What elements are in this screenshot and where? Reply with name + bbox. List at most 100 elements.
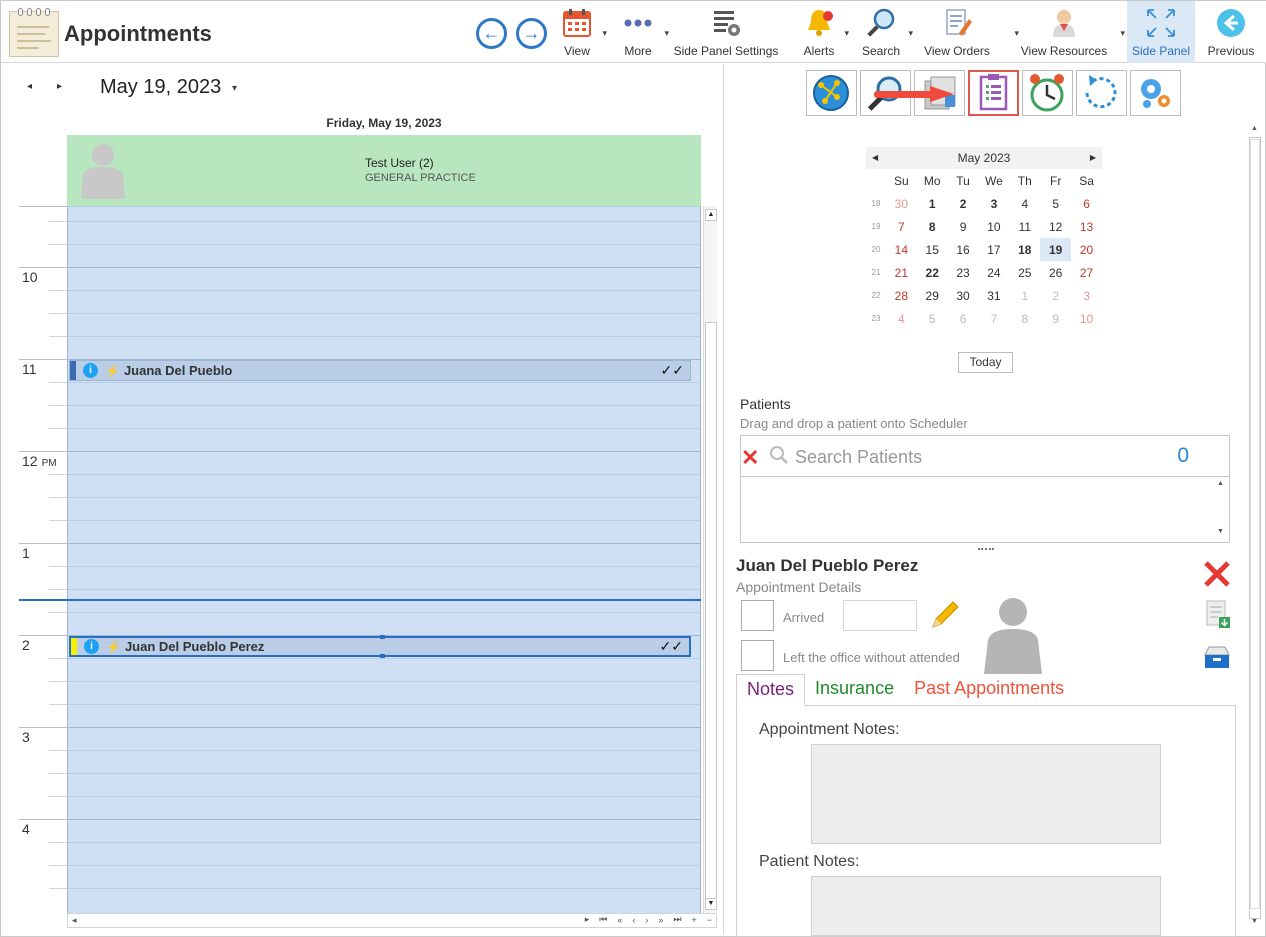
today-button[interactable]: Today: [958, 352, 1013, 373]
scheduler-vertical-scrollbar[interactable]: ▲ ▼: [703, 206, 717, 913]
calendar-day[interactable]: 3: [978, 192, 1009, 215]
resize-handle-top[interactable]: [380, 635, 385, 639]
calendar-day[interactable]: 30: [948, 284, 979, 307]
scroll-down-icon[interactable]: ▼: [1251, 918, 1258, 925]
calendar-day[interactable]: 18: [1009, 238, 1040, 261]
scroll-down-icon[interactable]: ▼: [705, 898, 717, 910]
patient-notes-field[interactable]: [811, 876, 1161, 936]
view-resources-button[interactable]: View Resources ▾: [1019, 1, 1125, 63]
calendar-day[interactable]: 21: [886, 261, 917, 284]
calendar-day[interactable]: 1: [1009, 284, 1040, 307]
scroll-down-icon[interactable]: ▼: [1217, 528, 1224, 535]
calendar-day[interactable]: 7: [978, 307, 1009, 330]
time-grid[interactable]: 10 11 12 PM 1 2 3 4 i ⚡ Juana Del Pueblo …: [5, 206, 721, 913]
info-icon[interactable]: i: [84, 639, 99, 654]
calendar-day[interactable]: 20: [1071, 238, 1102, 261]
alarm-clock-button[interactable]: [1022, 70, 1073, 116]
calendar-day[interactable]: 17: [978, 238, 1009, 261]
calendar-day[interactable]: 24: [978, 261, 1009, 284]
date-selector[interactable]: May 19, 2023: [100, 76, 221, 99]
delete-icon[interactable]: [1202, 559, 1232, 589]
calendar-day[interactable]: 10: [978, 215, 1009, 238]
calendar-day[interactable]: 6: [948, 307, 979, 330]
calendar-day[interactable]: 10: [1071, 307, 1102, 330]
scroll-up-icon[interactable]: ▲: [1217, 480, 1224, 487]
step-forward-icon[interactable]: ›: [645, 915, 648, 925]
calendar-day[interactable]: 2: [948, 192, 979, 215]
zoom-in-icon[interactable]: +: [691, 915, 696, 925]
side-panel-button[interactable]: Side Panel: [1127, 1, 1195, 63]
calendar-day[interactable]: 13: [1071, 215, 1102, 238]
tab-past-appointments[interactable]: Past Appointments: [904, 674, 1074, 706]
calendar-day[interactable]: 6: [1071, 192, 1102, 215]
chevron-down-icon[interactable]: ▾: [664, 28, 669, 39]
calendar-day[interactable]: 8: [1009, 307, 1040, 330]
calendar-day[interactable]: 27: [1071, 261, 1102, 284]
step-back-icon[interactable]: ‹: [632, 915, 635, 925]
patient-list[interactable]: ▲ ▼: [740, 477, 1230, 543]
more-button[interactable]: More ▾: [617, 1, 669, 63]
view-button[interactable]: View ▾: [557, 1, 607, 63]
calendar-day[interactable]: 9: [1040, 307, 1071, 330]
left-office-checkbox[interactable]: [741, 640, 774, 671]
search-patients-input[interactable]: Search Patients: [795, 447, 922, 468]
calendar-day[interactable]: 30: [886, 192, 917, 215]
tab-insurance[interactable]: Insurance: [805, 674, 904, 706]
calendar-day[interactable]: 31: [978, 284, 1009, 307]
first-page-icon[interactable]: ⏮: [599, 914, 607, 925]
settings-button[interactable]: [1130, 70, 1181, 116]
search-button[interactable]: Search ▾: [859, 1, 913, 63]
document-download-icon[interactable]: [1202, 599, 1232, 629]
chevron-down-icon[interactable]: ▾: [1120, 28, 1125, 39]
calendar-day[interactable]: 5: [1040, 192, 1071, 215]
calendar-day[interactable]: 23: [948, 261, 979, 284]
calendar-day[interactable]: 5: [917, 307, 948, 330]
archive-icon[interactable]: [1202, 641, 1232, 671]
calendar-day[interactable]: 2: [1040, 284, 1071, 307]
scroll-thumb[interactable]: [705, 322, 717, 902]
alerts-button[interactable]: Alerts ▾: [799, 1, 849, 63]
calendar-day[interactable]: 1: [917, 192, 948, 215]
calendar-day[interactable]: 9: [948, 215, 979, 238]
scroll-right-icon[interactable]: ▸: [585, 914, 590, 925]
calendar-day[interactable]: 4: [1009, 192, 1040, 215]
patient-list-scrollbar[interactable]: ▲ ▼: [1215, 477, 1229, 541]
pencil-icon[interactable]: [929, 599, 961, 631]
appointment-notes-field[interactable]: [811, 744, 1161, 844]
calendar-day[interactable]: 7: [886, 215, 917, 238]
next-day-button[interactable]: ▸: [57, 81, 62, 92]
calendar-day[interactable]: 14: [886, 238, 917, 261]
next-month-icon[interactable]: ▶: [1090, 153, 1096, 162]
info-icon[interactable]: i: [83, 363, 98, 378]
view-orders-button[interactable]: View Orders ▾: [921, 1, 1019, 63]
panel-splitter[interactable]: [978, 548, 994, 550]
side-panel-settings-button[interactable]: Side Panel Settings: [673, 1, 779, 63]
calendar-day[interactable]: 25: [1009, 261, 1040, 284]
calendar-day-selected[interactable]: 19: [1040, 238, 1072, 261]
chevron-down-icon[interactable]: ▾: [232, 83, 237, 94]
forward-arrow-button[interactable]: →: [516, 18, 547, 49]
calendar-day[interactable]: 22: [917, 261, 948, 284]
side-panel-scrollbar[interactable]: ▲ ▼: [1248, 125, 1263, 931]
arrived-time-field[interactable]: [843, 600, 917, 631]
clear-search-icon[interactable]: ✕: [741, 445, 759, 471]
calendar-day[interactable]: 4: [886, 307, 917, 330]
last-page-icon[interactable]: ⏭: [673, 914, 681, 925]
calendar-day[interactable]: 12: [1040, 215, 1071, 238]
clipboard-list-button[interactable]: [968, 70, 1019, 116]
patient-search-box[interactable]: ✕ Search Patients 0: [740, 435, 1230, 477]
chevron-down-icon[interactable]: ▾: [602, 28, 607, 39]
arrived-checkbox[interactable]: [741, 600, 774, 631]
calendar-day[interactable]: 29: [917, 284, 948, 307]
previous-button[interactable]: Previous: [1205, 1, 1257, 63]
calendar-day[interactable]: 8: [917, 215, 948, 238]
scroll-thumb[interactable]: [1250, 139, 1260, 909]
calendar-day[interactable]: 16: [948, 238, 979, 261]
chevron-down-icon[interactable]: ▾: [908, 28, 913, 39]
calendar-day[interactable]: 3: [1071, 284, 1102, 307]
chevron-down-icon[interactable]: ▾: [844, 28, 849, 39]
back-arrow-button[interactable]: ←: [476, 18, 507, 49]
network-button[interactable]: [806, 70, 857, 116]
resource-column[interactable]: [67, 206, 701, 913]
calendar-day[interactable]: 15: [917, 238, 948, 261]
